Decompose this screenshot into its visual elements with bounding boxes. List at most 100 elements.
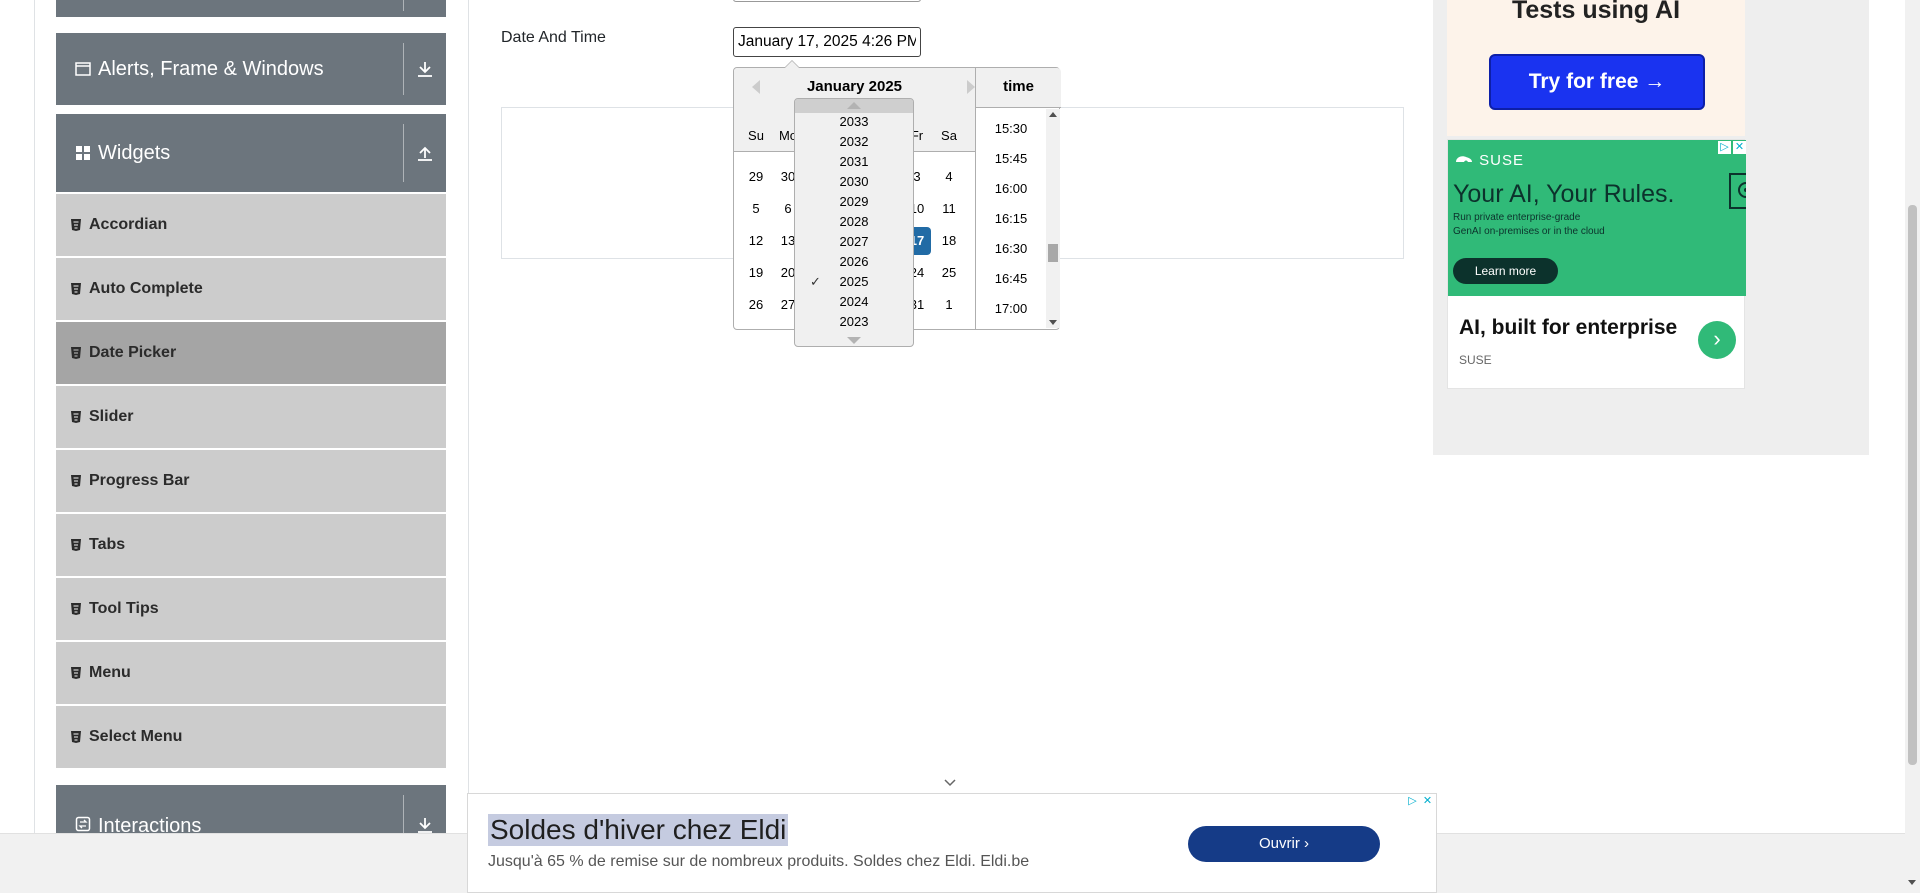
scroll-down-icon[interactable] (1049, 320, 1057, 325)
year-option[interactable]: 2024 (795, 294, 913, 309)
ad-choices[interactable]: ▷ ✕ (1406, 795, 1434, 808)
year-option[interactable]: 2032 (795, 134, 913, 149)
previous-date-field[interactable] (733, 0, 921, 2)
time-option[interactable]: 16:45 (976, 271, 1046, 286)
year-scroll-up-bar[interactable] (795, 99, 913, 113)
sidebar-item-tool-tips[interactable]: Tool Tips (56, 578, 446, 640)
calendar-day[interactable]: 4 (935, 163, 963, 191)
ad-info-icon[interactable]: ▷ (1406, 795, 1419, 808)
sidebar-item-progress-bar[interactable]: Progress Bar (56, 450, 446, 512)
page-scroll-thumb[interactable] (1908, 205, 1917, 765)
sidebar-item-select-menu[interactable]: Select Menu (56, 706, 446, 768)
html5-icon (71, 347, 81, 359)
sidebar-item-label: Date Picker (89, 344, 177, 361)
scroll-down-icon[interactable] (1908, 880, 1916, 885)
calendar-day[interactable]: 25 (935, 259, 963, 287)
window-icon (74, 60, 92, 78)
sidebar-item-label: Slider (89, 408, 134, 425)
sidebar-item-label: Menu (89, 664, 131, 681)
group-header-partial[interactable] (56, 0, 446, 17)
html5-icon (71, 283, 81, 295)
calendar-day[interactable]: 12 (742, 227, 770, 255)
html5-icon (71, 219, 81, 231)
ai-tests-ad: Tests using AI Try for free → (1447, 0, 1745, 136)
download-arrow-icon[interactable] (414, 58, 436, 80)
sidebar-item-tabs[interactable]: Tabs (56, 514, 446, 576)
html5-icon (71, 411, 81, 423)
ad-close-icon[interactable]: ✕ (1421, 795, 1434, 808)
time-option[interactable]: 15:45 (976, 151, 1046, 166)
calendar-day[interactable]: 1 (935, 291, 963, 319)
group-label: Widgets (98, 141, 171, 164)
year-option[interactable]: 2023 (795, 314, 913, 329)
current-month-label[interactable]: January 2025 (734, 78, 975, 95)
time-option[interactable]: 17:00 (976, 301, 1046, 316)
suse-banner[interactable]: SUSE Your AI, Your Rules. Run private en… (1448, 140, 1746, 296)
interactions-icon (74, 815, 92, 833)
chameleon-icon (1456, 156, 1472, 162)
scroll-thumb[interactable] (1048, 244, 1058, 262)
year-option[interactable]: 2026 (795, 254, 913, 269)
sidebar-item-menu[interactable]: Menu (56, 642, 446, 704)
suse-ad-brand: SUSE (1459, 353, 1492, 367)
sidebar-item-date-picker[interactable]: Date Picker (56, 322, 446, 384)
ad-info-icon[interactable]: ▷ (1718, 141, 1731, 154)
sidebar-item-accordian[interactable]: Accordian (56, 194, 446, 256)
group-alerts-frame-windows[interactable]: Alerts, Frame & Windows (56, 33, 446, 105)
sidebar-item-slider[interactable]: Slider (56, 386, 446, 448)
time-header: time (976, 68, 1061, 108)
calendar-day[interactable]: 18 (935, 227, 963, 255)
suse-ad-title[interactable]: AI, built for enterprise (1459, 316, 1677, 340)
year-option-selected[interactable]: 2025 (795, 274, 913, 289)
html5-icon (71, 603, 81, 615)
time-list-scrollbar[interactable] (1046, 109, 1060, 328)
time-option[interactable]: 16:15 (976, 211, 1046, 226)
try-for-free-button[interactable]: Try for free → (1489, 54, 1705, 110)
calendar-day[interactable]: 5 (742, 195, 770, 223)
suse-ad[interactable]: SUSE Your AI, Your Rules. Run private en… (1447, 139, 1746, 389)
day-of-week-label: Su (748, 128, 764, 143)
year-option[interactable]: 2033 (795, 114, 913, 129)
ad-choices[interactable]: ▷ ✕ (1718, 141, 1746, 154)
chevron-right-icon[interactable]: › (1698, 321, 1736, 359)
suse-subtext-line: GenAI on-premises or in the cloud (1453, 226, 1605, 237)
ad-close-icon[interactable]: ✕ (1733, 141, 1746, 154)
open-button[interactable]: Ouvrir › (1188, 826, 1380, 862)
calendar-day[interactable]: 29 (742, 163, 770, 191)
year-option[interactable]: 2030 (795, 174, 913, 189)
date-and-time-label: Date And Time (501, 29, 606, 46)
gear-icon (1729, 173, 1746, 209)
chevron-down-icon[interactable] (944, 777, 956, 789)
group-widgets[interactable]: Widgets (56, 114, 446, 192)
time-option[interactable]: 16:30 (976, 241, 1046, 256)
suse-subtext: Run private enterprise-grade GenAI on-pr… (1453, 211, 1605, 239)
html5-icon (71, 539, 81, 551)
calendar-day[interactable]: 26 (742, 291, 770, 319)
year-up-arrow-icon[interactable] (847, 102, 861, 109)
page-scrollbar[interactable] (1905, 0, 1920, 893)
bottom-ad-title[interactable]: Soldes d'hiver chez Eldi (488, 814, 789, 846)
sidebar-item-label: Tabs (89, 536, 126, 553)
html5-icon (71, 667, 81, 679)
next-month-icon[interactable] (967, 80, 975, 94)
time-option[interactable]: 16:00 (976, 181, 1046, 196)
scroll-up-icon[interactable] (1049, 112, 1057, 117)
year-option[interactable]: 2031 (795, 154, 913, 169)
popup-pointer-inner (785, 61, 799, 68)
sidebar-item-auto-complete[interactable]: Auto Complete (56, 258, 446, 320)
group-separator (403, 0, 404, 11)
calendar-day[interactable]: 11 (935, 195, 963, 223)
year-option[interactable]: 2028 (795, 214, 913, 229)
date-and-time-input[interactable] (733, 27, 921, 57)
calendar-day[interactable]: 19 (742, 259, 770, 287)
upload-arrow-icon[interactable] (414, 142, 436, 164)
learn-more-button[interactable]: Learn more (1453, 258, 1558, 284)
time-column: time 15:30 15:45 16:00 16:15 16:30 16:45… (975, 68, 1061, 329)
time-option[interactable]: 15:30 (976, 121, 1046, 136)
year-down-arrow-icon[interactable] (847, 337, 861, 344)
page: Alerts, Frame & Windows Widgets Accordia… (0, 0, 1920, 893)
year-option[interactable]: 2027 (795, 234, 913, 249)
bottom-ad[interactable]: Soldes d'hiver chez Eldi Jusqu'à 65 % de… (467, 793, 1437, 893)
year-option[interactable]: 2029 (795, 194, 913, 209)
sidebar-item-label: Select Menu (89, 728, 183, 745)
